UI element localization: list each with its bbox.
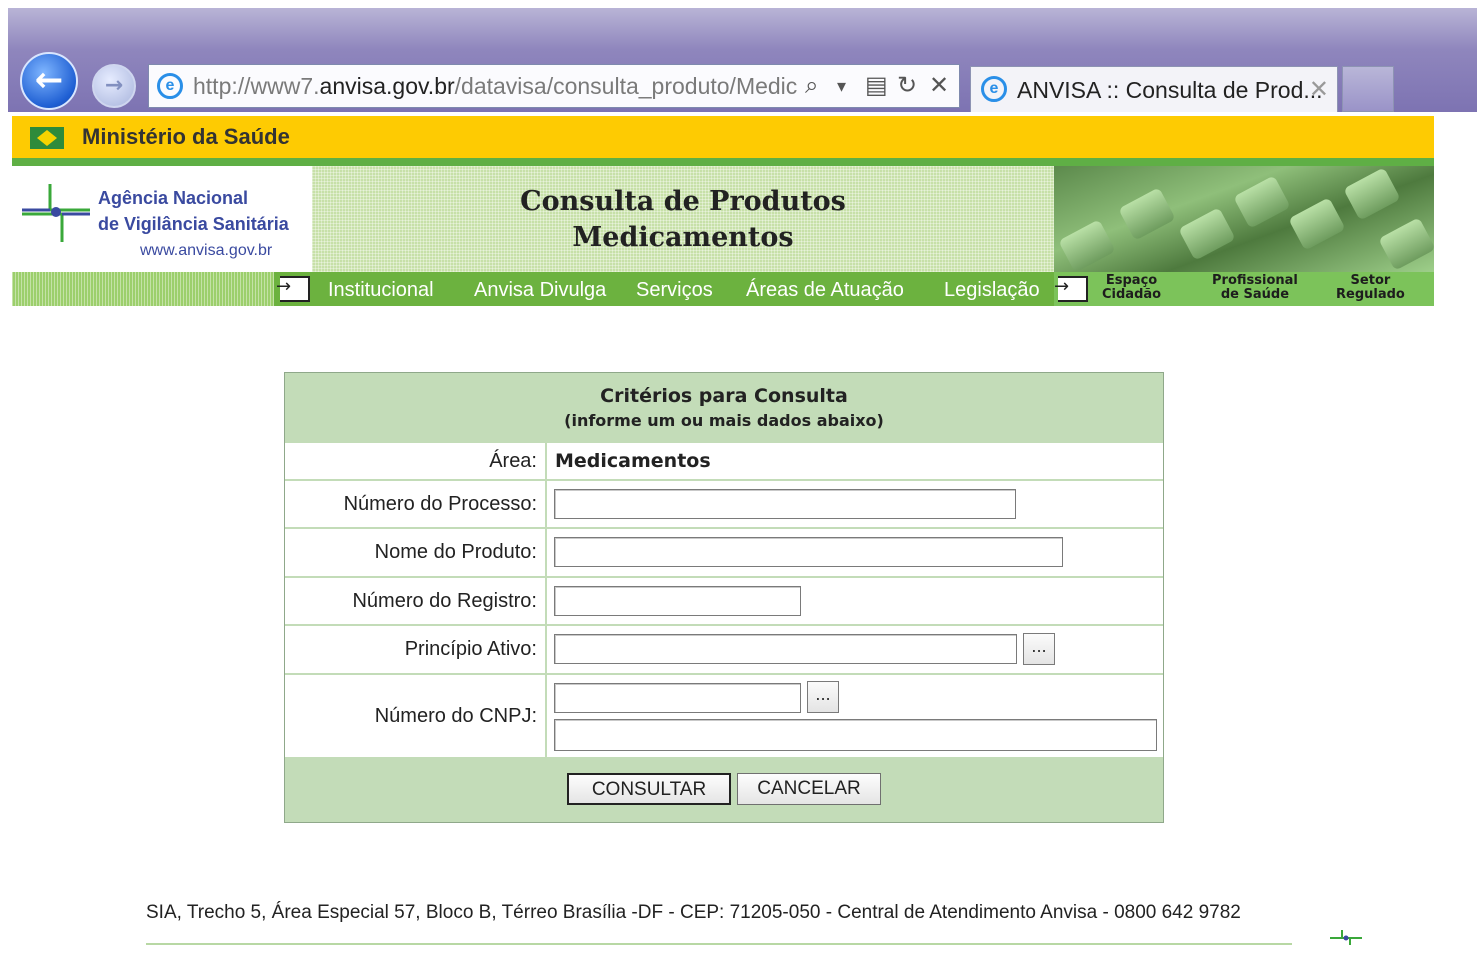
row-produto: Nome do Produto:: [285, 527, 1163, 576]
menu-arrow-icon: [276, 276, 310, 302]
cnpj-label: Número do CNPJ:: [285, 675, 547, 757]
produto-label: Nome do Produto:: [285, 529, 547, 576]
anvisa-logo[interactable]: Agência Nacional de Vigilância Sanitária…: [12, 166, 312, 272]
brazil-flag-icon: [30, 127, 64, 149]
cnpj-input[interactable]: [554, 683, 801, 713]
search-form: Critérios para Consulta (informe um ou m…: [284, 372, 1164, 823]
agency-name-line1: Agência Nacional: [98, 188, 249, 208]
menu-item-espaco-cidadao[interactable]: Espaço Cidadão: [1102, 274, 1161, 302]
tab-title: ANVISA :: Consulta de Prod...: [1017, 77, 1323, 103]
tab-close-icon[interactable]: ✕: [1309, 67, 1329, 113]
back-arrow-icon: ←: [34, 60, 64, 100]
ie-page-icon: e: [157, 73, 183, 99]
principio-input[interactable]: [554, 634, 1017, 664]
new-tab-button[interactable]: [1342, 66, 1394, 112]
agency-name-line2: de Vigilância Sanitária: [98, 214, 289, 234]
search-icon[interactable]: ⌕: [805, 65, 818, 107]
audience-menu: EspaçoCidadão Profissionalde Saúde Setor…: [1054, 272, 1434, 306]
ie-tab-icon: e: [981, 76, 1007, 102]
principio-label: Princípio Ativo:: [285, 626, 547, 673]
banner-title-line1: Consulta de Produtos: [520, 186, 846, 217]
anvisa-cross-icon: [22, 184, 90, 242]
produto-input[interactable]: [554, 537, 1063, 567]
form-subtitle: (informe um ou mais dados abaixo): [564, 411, 884, 430]
anvisa-footer-icon: [1330, 930, 1362, 945]
back-button[interactable]: ←: [20, 52, 78, 110]
browser-toolbar: ← → e http://www7.anvisa.gov.br/datavisa…: [8, 8, 1477, 112]
gov-bar: Ministério da Saúde: [12, 116, 1434, 158]
menu-item-institucional[interactable]: Institucional: [328, 272, 434, 306]
row-principio: Princípio Ativo: ...: [285, 624, 1163, 673]
menu-item-areas[interactable]: Áreas de Atuação: [746, 272, 904, 306]
ministry-link[interactable]: Ministério da Saúde: [82, 116, 290, 158]
page-banner: Consulta de Produtos Medicamentos: [312, 166, 1054, 272]
cnpj-lookup-button[interactable]: ...: [807, 681, 839, 713]
keyboard-image: [1054, 166, 1434, 272]
form-header: Critérios para Consulta (informe um ou m…: [285, 373, 1163, 441]
menu-item-servicos[interactable]: Serviços: [636, 272, 713, 306]
menu-item-setor-regulado[interactable]: Setor Regulado: [1336, 274, 1405, 302]
processo-label: Número do Processo:: [285, 481, 547, 527]
address-bar[interactable]: e http://www7.anvisa.gov.br/datavisa/con…: [148, 64, 960, 108]
row-area: Área: Medicamentos: [285, 441, 1163, 479]
registro-input[interactable]: [554, 586, 801, 616]
processo-input[interactable]: [554, 489, 1016, 519]
audience-arrow-icon: [1054, 276, 1088, 302]
banner-title-line2: Medicamentos: [572, 222, 794, 253]
divider: [12, 158, 1434, 166]
cancelar-button[interactable]: CANCELAR: [737, 773, 881, 805]
cnpj-company-field[interactable]: [554, 719, 1157, 751]
area-value: Medicamentos: [555, 450, 711, 472]
menu-item-legislacao[interactable]: Legislação: [944, 272, 1040, 306]
compatibility-view-icon[interactable]: ▤: [865, 65, 888, 107]
row-processo: Número do Processo:: [285, 479, 1163, 527]
footer-address: SIA, Trecho 5, Área Especial 57, Bloco B…: [146, 902, 1241, 923]
footer-divider: [146, 943, 1292, 945]
row-registro: Número do Registro:: [285, 576, 1163, 624]
area-label: Área:: [285, 443, 547, 479]
menu-item-profissional-saude[interactable]: Profissional de Saúde: [1212, 274, 1298, 302]
form-title: Critérios para Consulta: [600, 385, 848, 407]
menu-item-anvisa-divulga[interactable]: Anvisa Divulga: [474, 272, 606, 306]
principio-lookup-button[interactable]: ...: [1023, 633, 1055, 665]
forward-arrow-icon: →: [104, 73, 124, 98]
main-menu: Institucional Anvisa Divulga Serviços Ár…: [12, 272, 1434, 306]
address-url[interactable]: http://www7.anvisa.gov.br/datavisa/consu…: [193, 65, 803, 107]
stop-icon[interactable]: ✕: [929, 65, 949, 107]
consultar-button[interactable]: CONSULTAR: [567, 773, 731, 805]
tab-anvisa[interactable]: e ANVISA :: Consulta de Prod... ✕: [970, 66, 1338, 112]
row-cnpj: Número do CNPJ: ...: [285, 673, 1163, 757]
registro-label: Número do Registro:: [285, 578, 547, 624]
forward-button[interactable]: →: [92, 64, 136, 108]
agency-website[interactable]: www.anvisa.gov.br: [140, 242, 272, 260]
refresh-icon[interactable]: ↻: [897, 65, 917, 107]
dropdown-icon[interactable]: ▾: [837, 65, 846, 107]
